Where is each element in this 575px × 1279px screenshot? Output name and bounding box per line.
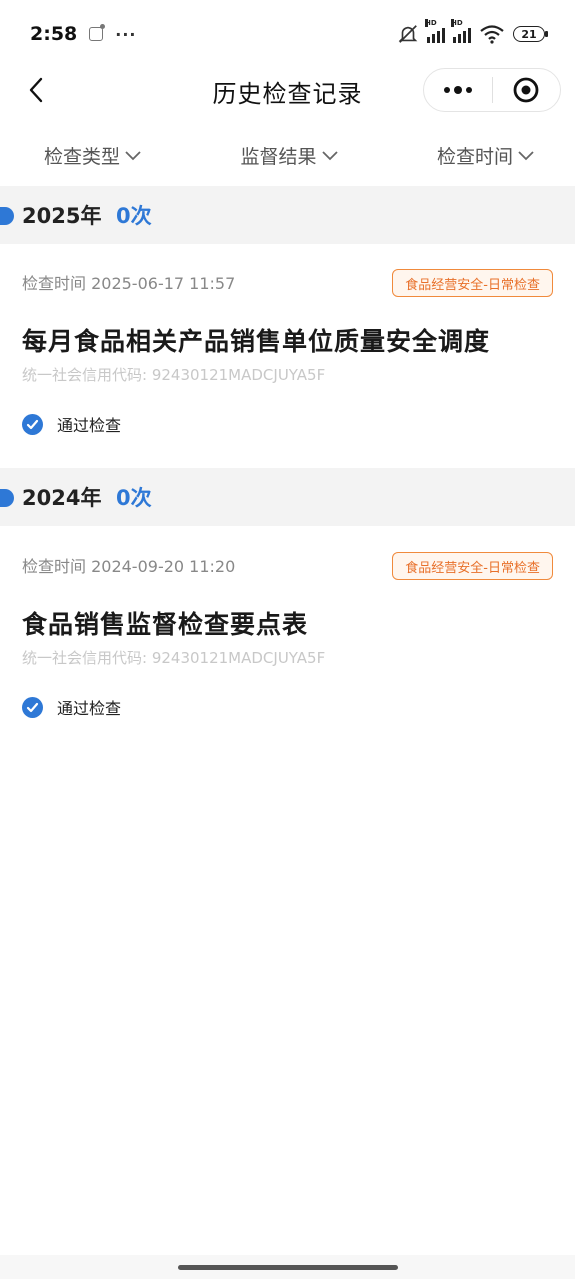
year-header-2025: 2025年 0次 xyxy=(0,186,575,244)
status-left: 2:58 ··· xyxy=(30,23,137,45)
wifi-icon xyxy=(480,25,504,44)
year-marker-icon xyxy=(0,207,14,225)
status-more-dots: ··· xyxy=(115,24,137,44)
battery-icon: 21 xyxy=(513,26,548,42)
record-title: 食品销售监督检查要点表 xyxy=(22,610,309,639)
filter-bar: 检查类型 监督结果 检查时间 xyxy=(0,130,575,180)
home-indicator[interactable] xyxy=(178,1265,398,1270)
record-time: 检查时间 2025-06-17 11:57 xyxy=(22,274,236,293)
year-header-2024: 2024年 0次 xyxy=(0,468,575,526)
chevron-down-icon xyxy=(321,151,338,161)
filter-inspection-type[interactable]: 检查类型 xyxy=(0,142,208,169)
status-bar: 2:58 ··· HD HD 21 xyxy=(0,0,575,68)
chevron-down-icon xyxy=(125,151,141,161)
year-count: 0次 xyxy=(116,204,152,228)
screen: 2:58 ··· HD HD 21 历史检查记录 检查类型 监督结果 检查时间 … xyxy=(0,0,575,1279)
miniprogram-capsule xyxy=(423,68,561,112)
more-dots-icon xyxy=(443,86,472,94)
year-label: 2025年 xyxy=(22,204,102,228)
year-label: 2024年 xyxy=(22,486,102,510)
target-circle-icon xyxy=(513,77,539,103)
year-count: 0次 xyxy=(116,486,152,510)
inspection-type-tag: 食品经营安全-日常检查 xyxy=(392,552,553,580)
filter-inspection-time[interactable]: 检查时间 xyxy=(371,142,575,169)
filter-label: 监督结果 xyxy=(240,145,317,168)
inspection-record[interactable]: 检查时间 2024-09-20 11:20 食品经营安全-日常检查 食品销售监督… xyxy=(0,527,575,745)
record-time: 检查时间 2024-09-20 11:20 xyxy=(22,557,236,576)
result-label: 通过检查 xyxy=(57,416,122,435)
chevron-down-icon xyxy=(518,151,534,161)
status-right: HD HD 21 xyxy=(397,19,548,45)
battery-level: 21 xyxy=(521,27,537,41)
inspection-type-tag: 食品经营安全-日常检查 xyxy=(392,269,553,297)
result-status: 通过检查 xyxy=(22,695,121,719)
check-circle-icon xyxy=(22,413,43,435)
filter-label: 检查时间 xyxy=(437,145,514,168)
signal-icon-2: HD xyxy=(451,19,471,43)
result-status: 通过检查 xyxy=(22,412,121,436)
notification-app-icon xyxy=(89,24,106,41)
signal-icon-1: HD xyxy=(425,19,445,43)
year-marker-icon xyxy=(0,489,14,507)
record-title: 每月食品相关产品销售单位质量安全调度 xyxy=(22,327,491,356)
bottom-bar xyxy=(0,1255,575,1279)
filter-label: 检查类型 xyxy=(44,145,121,168)
result-label: 通过检查 xyxy=(57,699,122,718)
credit-code: 统一社会信用代码: 92430121MADCJUYA5F xyxy=(22,366,326,384)
check-circle-icon xyxy=(22,696,43,718)
filter-supervision-result[interactable]: 监督结果 xyxy=(208,142,372,169)
inspection-record[interactable]: 检查时间 2025-06-17 11:57 食品经营安全-日常检查 每月食品相关… xyxy=(0,244,575,462)
close-miniprogram-button[interactable] xyxy=(493,69,561,111)
status-time: 2:58 xyxy=(30,23,78,45)
more-button[interactable] xyxy=(424,69,492,111)
mute-bell-icon xyxy=(398,25,418,43)
nav-bar: 历史检查记录 xyxy=(0,68,575,114)
credit-code: 统一社会信用代码: 92430121MADCJUYA5F xyxy=(22,649,326,667)
